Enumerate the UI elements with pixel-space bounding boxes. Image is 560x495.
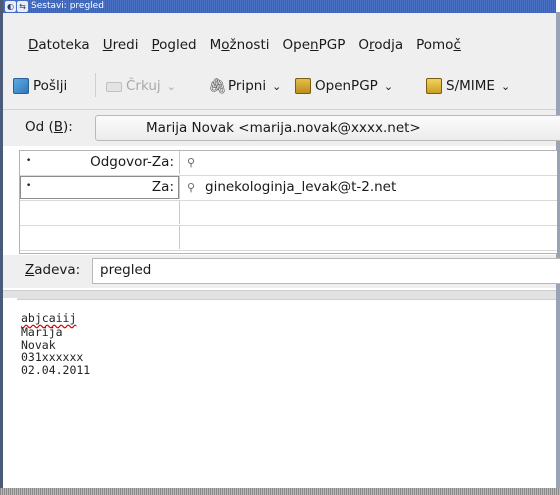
recipient-type-empty[interactable] — [20, 201, 180, 224]
body-margin — [3, 298, 17, 488]
body-line: Marija — [21, 325, 63, 339]
body-line: 031xxxxxx — [21, 350, 84, 364]
recipient-row-empty[interactable] — [20, 201, 557, 226]
window-title: Sestavi: pregled — [31, 1, 104, 11]
recipient-type-select[interactable]: • Odgovor-Za: — [20, 151, 180, 174]
attach-button[interactable]: 🖇 Pripni ⌄ — [208, 76, 281, 96]
recipient-type-label: Odgovor-Za: — [90, 154, 174, 170]
spellcheck-icon — [106, 82, 122, 92]
from-identity-select[interactable]: Marija Novak <marija.novak@xxxx.net> — [95, 115, 560, 141]
title-bar[interactable]: ◐ ⇆ Sestavi: pregled — [3, 0, 556, 13]
window-menu-icon[interactable]: ◐ — [5, 1, 16, 12]
subject-row: Zadeva: pregled — [3, 255, 560, 288]
menu-item[interactable]: OpenPGP — [283, 37, 346, 53]
menu-item[interactable]: Datoteka — [28, 37, 90, 53]
menu-item[interactable]: Uredi — [103, 37, 139, 53]
recipient-type-empty[interactable] — [20, 226, 180, 249]
subject-input[interactable]: pregled — [92, 258, 560, 284]
person-icon: ⚲ — [187, 181, 196, 194]
subject-label: Zadeva: — [25, 262, 81, 278]
chevron-down-icon[interactable]: ⌄ — [384, 80, 393, 93]
lock-icon — [426, 78, 442, 94]
send-icon — [13, 78, 29, 94]
pin-icon[interactable]: ⇆ — [17, 1, 28, 12]
person-icon: ⚲ — [187, 156, 196, 169]
recipient-row[interactable]: • Za: ⚲ ginekologinja_levak@t-2.net — [20, 176, 557, 201]
window-frame-bottom[interactable] — [0, 488, 560, 495]
body-line: abjcaiij — [21, 311, 77, 325]
chevron-down-icon[interactable]: ⌄ — [167, 80, 176, 93]
recipient-type-label: Za: — [151, 179, 174, 195]
recipient-address-field[interactable]: ⚲ ginekologinja_levak@t-2.net — [187, 179, 396, 195]
menu-item[interactable]: Možnosti — [210, 37, 270, 53]
recipient-row-empty[interactable] — [20, 226, 557, 251]
toolbar: Pošlji Črkuj ⌄ 🖇 Pripni ⌄ OpenPGP ⌄ S/MI… — [3, 63, 556, 110]
openpgp-label: OpenPGP — [315, 78, 378, 94]
message-body-editor[interactable]: abjcaiij Marija Novak 031xxxxxx 02.04.2011 — [17, 300, 556, 488]
recipient-row[interactable]: • Odgovor-Za: ⚲ — [20, 151, 557, 176]
dropdown-bullet-icon: • — [26, 156, 32, 166]
recipient-type-select[interactable]: • Za: — [20, 176, 180, 199]
send-button[interactable]: Pošlji — [13, 76, 67, 96]
paperclip-icon: 🖇 — [208, 77, 228, 95]
dropdown-bullet-icon: • — [26, 181, 32, 191]
splitter-handle[interactable] — [3, 290, 556, 300]
attach-label: Pripni — [228, 78, 267, 94]
from-value: Marija Novak <marija.novak@xxxx.net> — [146, 120, 421, 136]
spellcheck-button[interactable]: Črkuj ⌄ — [106, 76, 176, 96]
menu-item[interactable]: Pomoč — [416, 37, 461, 53]
send-label: Pošlji — [33, 78, 68, 94]
smime-button[interactable]: S/MIME ⌄ — [426, 76, 510, 96]
menu-item[interactable]: Pogled — [151, 37, 196, 53]
menu-bar: Datoteka Uredi Pogled Možnosti OpenPGP Orodja… — [3, 13, 556, 63]
compose-window: ◐ ⇆ Sestavi: pregled Datoteka Uredi Pogled… — [0, 0, 560, 495]
body-line: 02.04.2011 — [21, 362, 91, 377]
pgp-lock-icon — [295, 78, 311, 94]
recipients-list: • Odgovor-Za: ⚲ • Za: ⚲ ginekologinja_lev… — [19, 150, 557, 254]
chevron-down-icon[interactable]: ⌄ — [272, 80, 281, 93]
recipient-address-field[interactable]: ⚲ — [187, 154, 205, 170]
subject-value: pregled — [100, 262, 152, 278]
smime-label: S/MIME — [446, 78, 495, 94]
from-row: Od (B): Marija Novak <marija.novak@xxxx.… — [3, 110, 560, 146]
spellcheck-label: Črkuj — [126, 78, 161, 94]
chevron-down-icon[interactable]: ⌄ — [501, 80, 510, 93]
openpgp-button[interactable]: OpenPGP ⌄ — [295, 76, 393, 96]
message-body-text: abjcaiij Marija Novak 031xxxxxx 02.04.2011 — [21, 311, 90, 376]
menu-item[interactable]: Orodja — [358, 37, 403, 53]
toolbar-separator — [95, 73, 96, 97]
from-label: Od (B): — [25, 119, 73, 135]
